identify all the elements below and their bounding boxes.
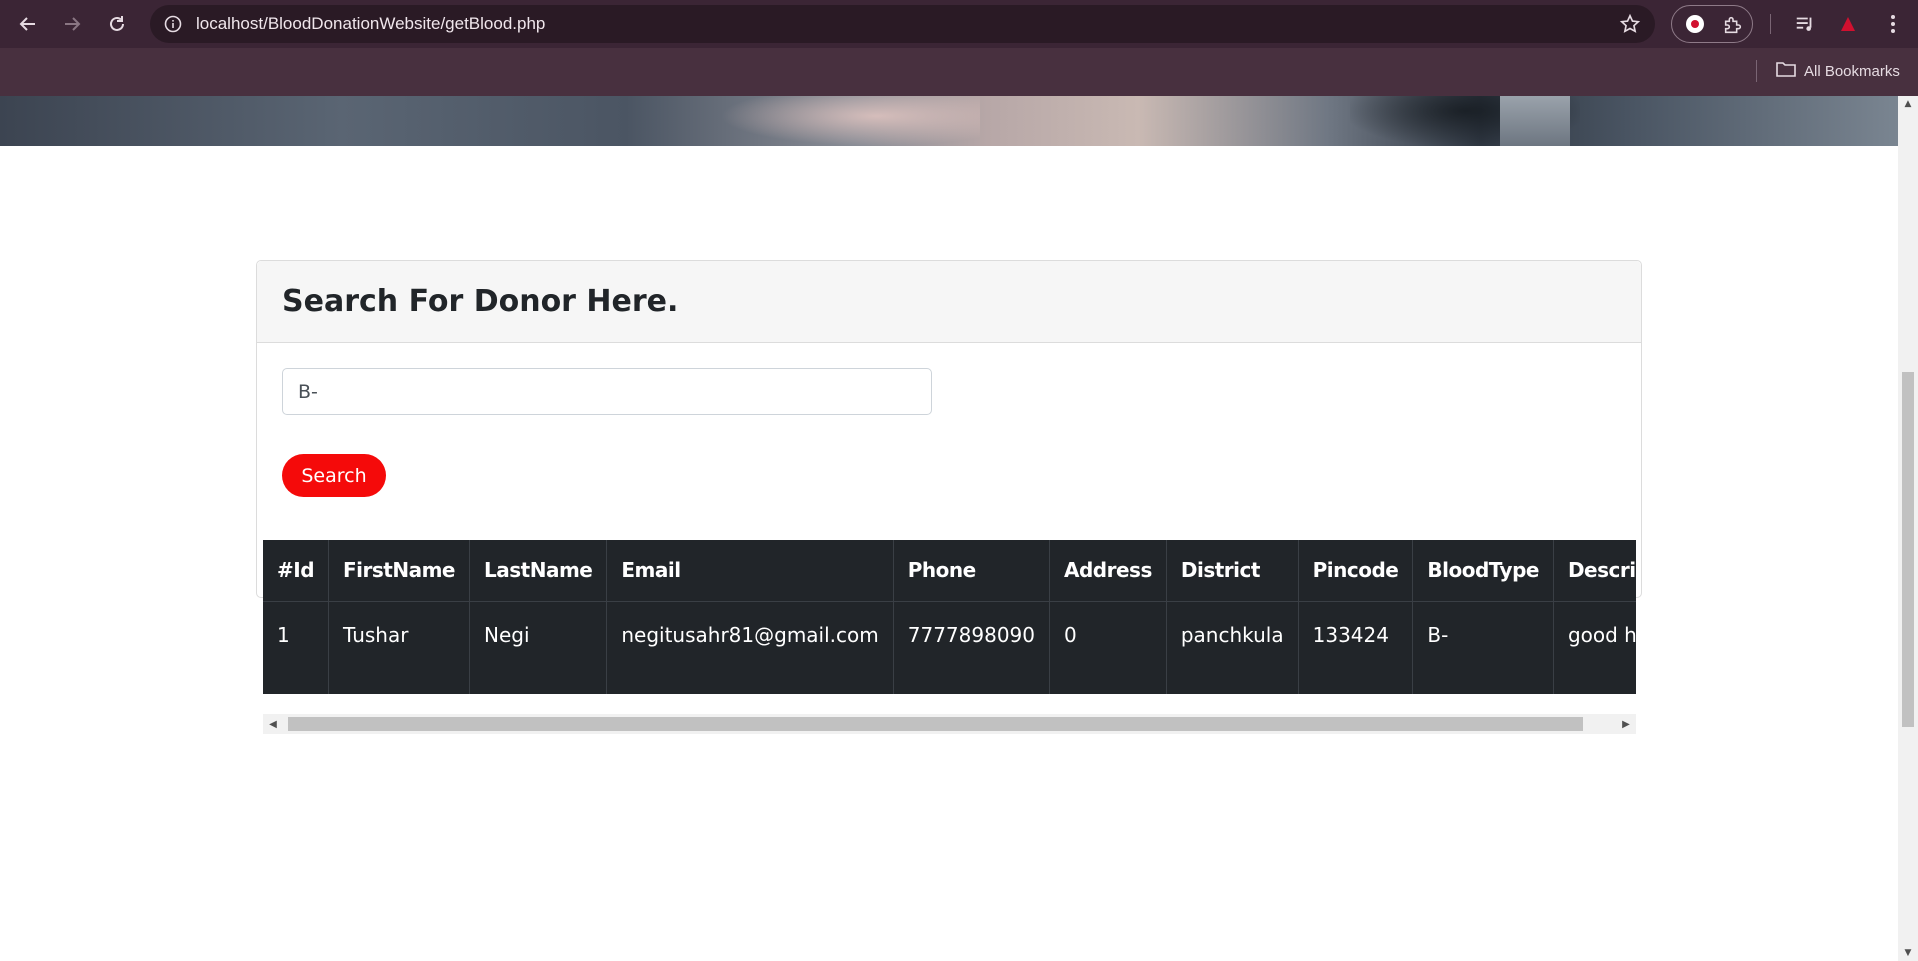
- browser-toolbar: localhost/BloodDonationWebsite/getBlood.…: [0, 0, 1918, 48]
- scroll-down-arrow-icon[interactable]: ▼: [1898, 945, 1918, 961]
- col-header-email: Email: [606, 540, 894, 602]
- record-icon[interactable]: [1686, 15, 1704, 33]
- col-header-firstname: FirstName: [328, 540, 470, 602]
- search-button[interactable]: Search: [282, 454, 386, 497]
- col-header-pincode: Pincode: [1298, 540, 1414, 602]
- col-header-lastname: LastName: [469, 540, 608, 602]
- blood-type-search-input[interactable]: [282, 368, 932, 415]
- col-header-id: #Id: [263, 540, 330, 602]
- cell-email: negitusahr81@gmail.com: [606, 601, 894, 694]
- reload-icon[interactable]: [103, 10, 131, 38]
- bookmarks-divider: [1756, 60, 1757, 82]
- col-header-district: District: [1166, 540, 1299, 602]
- bookmark-star-icon[interactable]: [1617, 11, 1643, 37]
- cell-bloodtype: B-: [1412, 601, 1554, 694]
- col-header-address: Address: [1049, 540, 1167, 602]
- col-header-description: Description: [1553, 540, 1636, 602]
- folder-icon: [1776, 61, 1796, 81]
- toolbar-divider: [1770, 14, 1771, 34]
- extensions-icon[interactable]: [1720, 12, 1746, 38]
- cell-lastname: Negi: [469, 601, 608, 694]
- menu-icon[interactable]: [1879, 10, 1907, 38]
- cell-address: 0: [1049, 601, 1167, 694]
- donor-table: #Id FirstName LastName Email Phone Addre…: [263, 540, 1636, 694]
- profile-icon[interactable]: [1834, 10, 1862, 38]
- hero-image: [0, 96, 1898, 146]
- vertical-scroll-thumb[interactable]: [1902, 372, 1914, 727]
- cell-district: panchkula: [1166, 601, 1299, 694]
- table-header-row: #Id FirstName LastName Email Phone Addre…: [263, 540, 1636, 602]
- url-text[interactable]: localhost/BloodDonationWebsite/getBlood.…: [196, 5, 545, 43]
- forward-icon[interactable]: [58, 10, 86, 38]
- cell-description: good health: [1553, 601, 1636, 694]
- extension-pill: [1671, 5, 1753, 43]
- scroll-up-arrow-icon[interactable]: ▲: [1898, 96, 1918, 112]
- site-info-icon[interactable]: [162, 13, 184, 35]
- table-row: 1 Tushar Negi negitusahr81@gmail.com 777…: [263, 601, 1636, 694]
- table-horizontal-scrollbar[interactable]: ◀ ▶: [263, 714, 1636, 734]
- address-bar[interactable]: localhost/BloodDonationWebsite/getBlood.…: [150, 5, 1655, 43]
- cell-id: 1: [263, 601, 330, 694]
- media-queue-icon[interactable]: [1791, 10, 1819, 38]
- bookmarks-bar: [0, 48, 1918, 96]
- page-vertical-scrollbar[interactable]: ▲ ▼: [1898, 96, 1918, 961]
- card-header: Search For Donor Here.: [257, 261, 1641, 343]
- horizontal-scroll-thumb[interactable]: [288, 717, 1583, 731]
- col-header-bloodtype: BloodType: [1412, 540, 1554, 602]
- cell-firstname: Tushar: [328, 601, 470, 694]
- all-bookmarks-label: All Bookmarks: [1804, 62, 1900, 80]
- card-title: Search For Donor Here.: [282, 284, 679, 319]
- cell-pincode: 133424: [1298, 601, 1414, 694]
- all-bookmarks-button[interactable]: All Bookmarks: [1776, 58, 1900, 84]
- back-icon[interactable]: [14, 10, 42, 38]
- scroll-right-arrow-icon[interactable]: ▶: [1616, 714, 1636, 734]
- scroll-left-arrow-icon[interactable]: ◀: [263, 714, 283, 734]
- cell-phone: 7777898090: [893, 601, 1051, 694]
- col-header-phone: Phone: [893, 540, 1051, 602]
